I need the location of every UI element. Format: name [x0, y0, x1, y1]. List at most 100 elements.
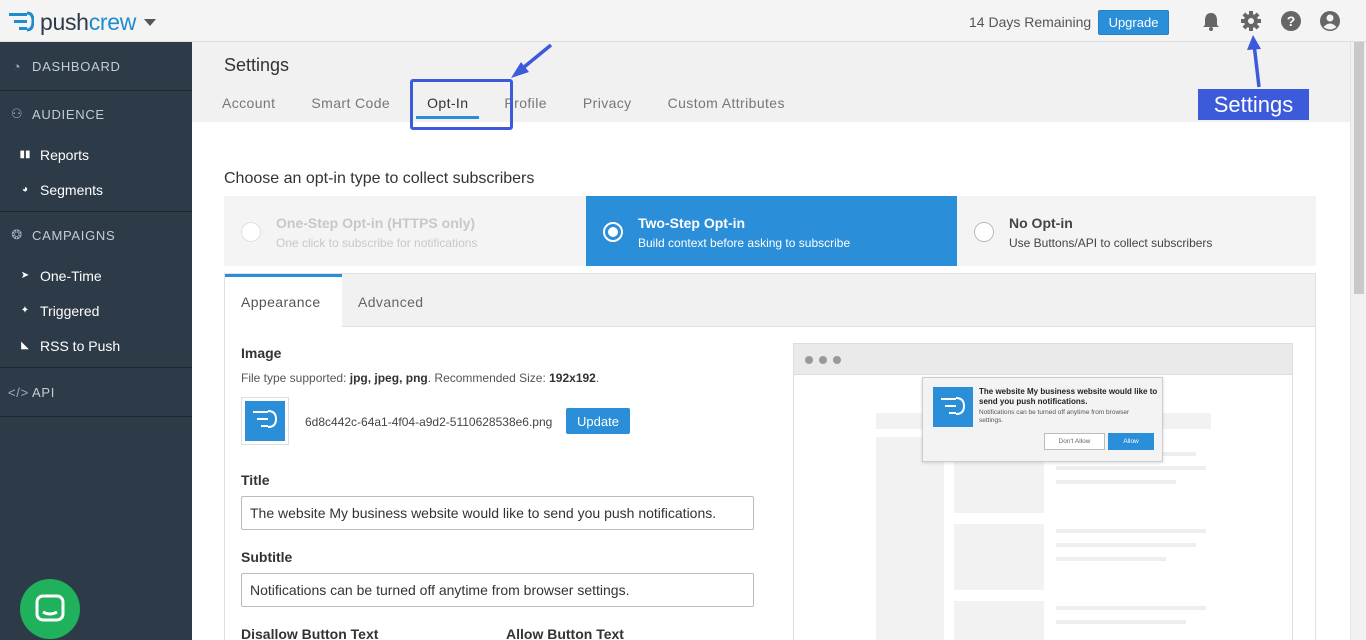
popup-title: The website My business website would li… — [979, 387, 1158, 406]
code-icon: </> — [8, 384, 29, 400]
window-dot-icon — [833, 356, 841, 364]
sidebar-item-label: One-Time — [40, 267, 102, 284]
page-scrollbar[interactable] — [1350, 42, 1366, 640]
svg-text:?: ? — [1287, 13, 1296, 29]
popup-subtitle: Notifications can be turned off anytime … — [979, 409, 1130, 424]
main-content: Choose an opt-in type to collect subscri… — [192, 122, 1350, 640]
top-bar: pushcrew 14 Days Remaining Upgrade ? — [0, 0, 1366, 42]
page-header: Settings Account Smart Code Opt-In Profi… — [192, 42, 1350, 122]
optin-subtitle: Build context before asking to subscribe — [638, 236, 851, 250]
update-image-button[interactable]: Update — [566, 408, 630, 434]
sidebar-item-label: Reports — [40, 146, 90, 163]
page-title: Settings — [224, 55, 290, 75]
tab-advanced[interactable]: Advanced — [342, 274, 439, 326]
optin-subtitle: Use Buttons/API to collect subscribers — [1009, 236, 1213, 250]
tab-smart-code[interactable]: Smart Code — [311, 95, 390, 119]
bar-chart-icon: ▮▮ — [19, 149, 31, 160]
preview-placeholder — [876, 437, 944, 640]
sidebar-group-audience: ⚇ AUDIENCE ▮▮ Reports ◕ Segments — [0, 91, 192, 212]
image-thumbnail — [241, 397, 289, 445]
optin-type-selector: One-Step Opt-in (HTTPS only) One click t… — [224, 196, 1316, 266]
annotation-highlight-box — [410, 79, 513, 130]
allow-button-text-label: Allow Button Text — [506, 626, 624, 640]
sidebar-item-triggered[interactable]: ✦ Triggered — [0, 293, 192, 328]
sidebar-item-label: Segments — [40, 181, 104, 198]
users-icon: ⚇ — [10, 106, 24, 121]
preview-placeholder — [1056, 557, 1166, 561]
tab-account[interactable]: Account — [222, 95, 275, 119]
optin-preview: The website My business website would li… — [793, 343, 1293, 640]
bell-icon[interactable] — [1200, 10, 1222, 32]
pushcrew-logo-icon — [9, 11, 34, 32]
radio-button[interactable] — [974, 222, 994, 242]
subtitle-input[interactable]: Notifications can be turned off anytime … — [241, 573, 754, 607]
sidebar-item-label: Triggered — [40, 302, 100, 319]
subtitle-label: Subtitle — [241, 549, 293, 565]
optin-heading: Choose an opt-in type to collect subscri… — [224, 170, 535, 187]
panel-tabs: Appearance Advanced — [225, 274, 1315, 328]
preview-placeholder — [1056, 480, 1176, 484]
preview-placeholder — [1056, 529, 1206, 533]
preview-placeholder — [1056, 606, 1206, 610]
disallow-button-text-label: Disallow Button Text — [241, 626, 379, 640]
optin-two-step[interactable]: Two-Step Opt-in Build context before ask… — [586, 196, 957, 266]
preview-placeholder — [1056, 543, 1196, 547]
chat-widget-button[interactable] — [20, 579, 80, 639]
sidebar-item-api[interactable]: </> API — [0, 368, 192, 417]
sidebar-item-segments[interactable]: ◕ Segments — [0, 172, 192, 207]
pushcrew-logo-icon — [253, 410, 278, 428]
optin-one-step[interactable]: One-Step Opt-in (HTTPS only) One click t… — [224, 196, 586, 266]
preview-placeholder — [1056, 466, 1206, 470]
tab-privacy[interactable]: Privacy — [583, 95, 632, 119]
dashboard-icon: ◔ — [12, 58, 22, 74]
popup-allow-button: Allow — [1108, 433, 1154, 450]
preview-browser-bar — [794, 344, 1292, 375]
sidebar-item-rss-to-push[interactable]: ◣ RSS to Push — [0, 328, 192, 363]
sidebar-item-one-time[interactable]: ➤ One-Time — [0, 258, 192, 293]
scrollbar-thumb[interactable] — [1354, 42, 1364, 294]
sidebar-item-reports[interactable]: ▮▮ Reports — [0, 137, 192, 172]
sidebar-group-campaigns: ❂ CAMPAIGNS ➤ One-Time ✦ Triggered ◣ RSS… — [0, 212, 192, 368]
trial-remaining-text: 14 Days Remaining — [969, 14, 1092, 30]
image-label: Image — [241, 345, 282, 361]
brand-name: pushcrew — [40, 8, 137, 35]
trigger-icon: ✦ — [20, 305, 30, 316]
sidebar-item-dashboard[interactable]: ◔ DASHBOARD — [0, 42, 192, 91]
chevron-down-icon[interactable] — [144, 18, 157, 26]
radio-button[interactable] — [603, 222, 623, 242]
sidebar: ◔ DASHBOARD ⚇ AUDIENCE ▮▮ Reports ◕ Segm… — [0, 42, 192, 640]
preview-optin-popup: The website My business website would li… — [922, 377, 1163, 462]
file-type-hint: File type supported: jpg, jpeg, png. Rec… — [241, 371, 600, 385]
user-icon[interactable] — [1319, 10, 1341, 32]
popup-dont-allow-button: Don't Allow — [1044, 433, 1105, 450]
popup-logo-icon — [933, 387, 973, 427]
send-icon: ➤ — [20, 270, 30, 281]
sidebar-item-label: RSS to Push — [40, 337, 121, 354]
optin-title: No Opt-in — [1009, 215, 1073, 231]
help-icon[interactable]: ? — [1280, 10, 1302, 32]
title-input[interactable]: The website My business website would li… — [241, 496, 754, 530]
logo[interactable]: pushcrew — [8, 8, 157, 36]
upgrade-button[interactable]: Upgrade — [1098, 10, 1169, 35]
settings-tabs: Account Smart Code Opt-In Profile Privac… — [222, 95, 821, 119]
window-dot-icon — [819, 356, 827, 364]
radio-button[interactable] — [241, 222, 261, 242]
optin-title: One-Step Opt-in (HTTPS only) — [276, 215, 476, 231]
preview-placeholder — [1056, 620, 1186, 624]
sidebar-item-label: AUDIENCE — [32, 106, 105, 122]
optin-settings-panel: Appearance Advanced Image File type supp… — [224, 273, 1316, 640]
optin-none[interactable]: No Opt-in Use Buttons/API to collect sub… — [957, 196, 1316, 266]
sidebar-item-label: DASHBOARD — [32, 58, 121, 74]
sidebar-item-campaigns[interactable]: ❂ CAMPAIGNS — [0, 212, 192, 258]
tab-custom-attributes[interactable]: Custom Attributes — [668, 95, 785, 119]
gear-icon[interactable] — [1240, 10, 1262, 32]
optin-title: Two-Step Opt-in — [638, 215, 746, 231]
sidebar-item-label: API — [32, 384, 56, 400]
sidebar-item-audience[interactable]: ⚇ AUDIENCE — [0, 91, 192, 137]
window-dot-icon — [805, 356, 813, 364]
preview-placeholder — [954, 524, 1044, 590]
annotation-settings-label: Settings — [1198, 89, 1309, 120]
tab-appearance[interactable]: Appearance — [225, 274, 342, 328]
optin-subtitle: One click to subscribe for notifications — [276, 236, 478, 250]
title-label: Title — [241, 472, 270, 488]
